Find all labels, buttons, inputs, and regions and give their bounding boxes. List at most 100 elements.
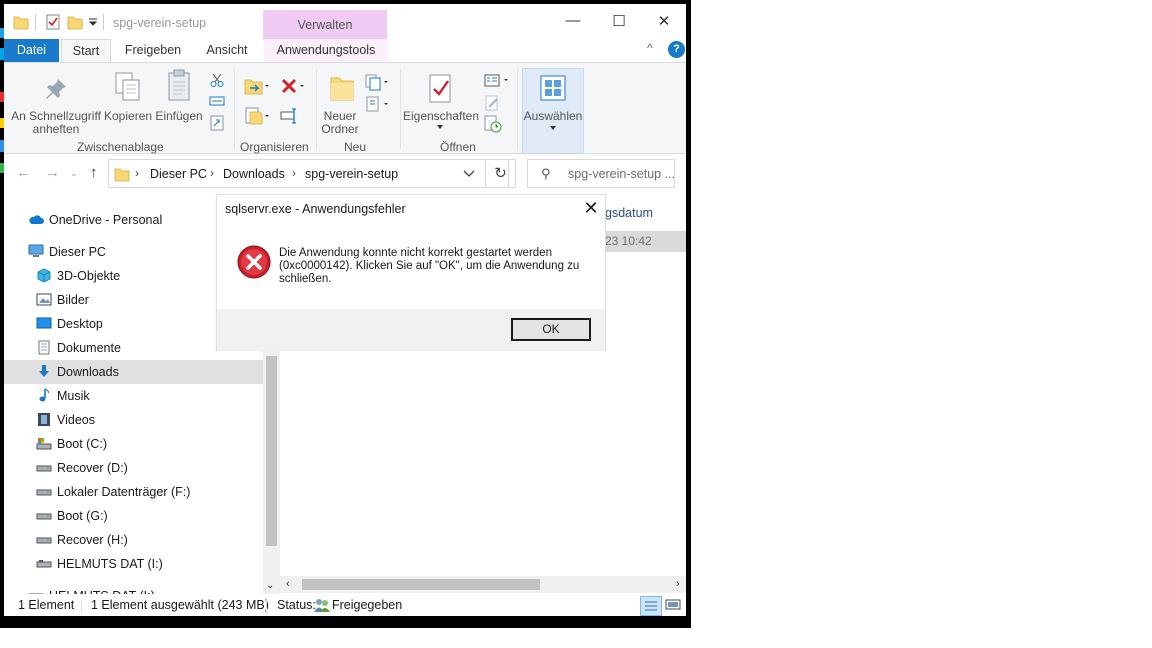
rename-icon[interactable]: [280, 107, 300, 125]
nav-item-helmuts-dat-i[interactable]: HELMUTS DAT (I:): [4, 552, 263, 576]
address-dropdown-icon[interactable]: [463, 170, 475, 178]
nav-item-recover-d[interactable]: Recover (D:): [4, 456, 263, 480]
download-icon: [39, 365, 49, 377]
horizontal-scrollbar-thumb[interactable]: [302, 579, 540, 590]
nav-label: HELMUTS DAT (I:): [57, 557, 163, 571]
breadcrumb-downloads[interactable]: Downloads: [223, 167, 285, 181]
copy-to-icon[interactable]: [244, 107, 270, 127]
nav-item-videos[interactable]: Videos: [4, 408, 263, 432]
tab-freigeben[interactable]: Freigeben: [119, 39, 187, 63]
maximize-button[interactable]: ☐: [604, 12, 634, 32]
delete-icon[interactable]: [280, 77, 306, 97]
nav-item-recover-h[interactable]: Recover (H:): [4, 528, 263, 552]
nav-label: Lokaler Datenträger (F:): [57, 485, 191, 499]
address-bar-row: ← → ⌄ ↑ › Dieser PC › Downloads › spg-ve…: [4, 154, 686, 194]
paste-button[interactable]: Einfügen: [154, 110, 204, 123]
nav-item-downloads[interactable]: Downloads: [4, 360, 263, 384]
nav-label: OneDrive - Personal: [49, 213, 163, 227]
tab-start[interactable]: Start: [61, 39, 111, 63]
drive-icon: [36, 489, 52, 496]
back-arrow-icon[interactable]: ←: [16, 164, 31, 181]
history-icon[interactable]: [484, 115, 502, 133]
paste-icon: [168, 69, 190, 101]
nav-label: Videos: [57, 413, 95, 427]
collapse-ribbon-icon[interactable]: ^: [647, 41, 653, 55]
scroll-right-icon[interactable]: ›: [676, 578, 680, 590]
nav-item-lokaler-datentraeger-f[interactable]: Lokaler Datenträger (F:): [4, 480, 263, 504]
horizontal-scrollbar[interactable]: ‹ ›: [280, 576, 686, 593]
edit-icon[interactable]: [485, 95, 501, 111]
move-to-icon[interactable]: [244, 77, 270, 97]
close-button[interactable]: ✕: [649, 12, 679, 32]
properties-dropdown-icon[interactable]: [437, 125, 445, 131]
cloud-icon: [29, 215, 44, 224]
nav-label: Musik: [57, 389, 90, 403]
nav-label: 3D-Objekte: [57, 269, 121, 283]
properties-button[interactable]: Eigenschaften: [402, 110, 480, 123]
nav-label: Boot (C:): [57, 437, 108, 451]
search-input[interactable]: ⚲ spg-verein-setup ...: [527, 159, 675, 188]
large-icons-view-button[interactable]: [663, 596, 685, 616]
nav-label: Recover (H:): [57, 533, 128, 547]
minimize-button[interactable]: —: [558, 12, 588, 32]
copy-button[interactable]: Kopieren: [104, 110, 152, 123]
breadcrumb-current[interactable]: spg-verein-setup: [305, 167, 398, 181]
document-icon: [38, 340, 50, 355]
breadcrumb-dieser-pc[interactable]: Dieser PC: [150, 167, 207, 181]
folder-icon: [114, 168, 130, 182]
qat-dropdown-icon[interactable]: [88, 17, 98, 27]
forward-arrow-icon[interactable]: →: [45, 164, 60, 181]
system-drive-icon: [36, 438, 52, 450]
cut-icon[interactable]: [210, 73, 224, 87]
music-icon: [39, 388, 50, 402]
computer-icon: [28, 244, 44, 257]
help-icon[interactable]: ?: [668, 41, 685, 58]
ok-button[interactable]: OK: [511, 318, 591, 341]
nav-scrollbar-thumb[interactable]: [266, 356, 277, 546]
select-icon: [540, 75, 566, 101]
address-field[interactable]: › Dieser PC › Downloads › spg-verein-set…: [108, 159, 509, 188]
nav-label: Recover (D:): [57, 461, 128, 475]
nav-item-musik[interactable]: Musik: [4, 384, 263, 408]
select-button[interactable]: Auswählen: [522, 68, 584, 154]
scroll-left-icon[interactable]: ‹: [286, 578, 290, 590]
group-new-label: Neu: [344, 140, 367, 154]
properties-icon: [429, 74, 451, 103]
nav-item-boot-c[interactable]: Boot (C:): [4, 432, 263, 456]
copy-icon: [115, 72, 140, 101]
details-view-button[interactable]: [640, 596, 662, 616]
up-arrow-icon[interactable]: ↑: [90, 164, 98, 181]
scroll-down-icon[interactable]: ⌄: [266, 580, 274, 591]
tab-ansicht[interactable]: Ansicht: [200, 39, 254, 63]
properties-qat-icon[interactable]: [46, 14, 60, 30]
search-icon: ⚲: [541, 166, 551, 181]
ribbon: An Schnellzugriff anheften Kopieren Einf…: [4, 62, 686, 154]
group-organize-label: Organisieren: [240, 140, 309, 154]
row-date-value: 23 10:42: [605, 234, 652, 248]
easy-access-icon[interactable]: [364, 95, 390, 113]
nav-label: Boot (G:): [57, 509, 108, 523]
column-header-date[interactable]: gsdatum: [605, 206, 653, 220]
ribbon-separator: [234, 69, 235, 149]
paste-shortcut-icon[interactable]: [210, 115, 224, 131]
nav-item-boot-g[interactable]: Boot (G:): [4, 504, 263, 528]
tab-anwendungstools[interactable]: Anwendungstools: [264, 39, 388, 63]
large-icons-view-icon: [665, 599, 681, 610]
new-item-icon[interactable]: [364, 73, 390, 91]
new-folder-label-line2: Ordner: [321, 122, 359, 136]
refresh-button[interactable]: ↻: [485, 159, 516, 188]
title-bar: spg-verein-setup Verwalten — ☐ ✕: [4, 4, 686, 40]
copy-path-icon[interactable]: [209, 95, 225, 107]
search-placeholder: spg-verein-setup ...: [568, 167, 675, 181]
new-folder-qat-icon[interactable]: [67, 14, 83, 30]
open-icon[interactable]: [483, 73, 511, 89]
nav-label: Dokumente: [57, 341, 121, 355]
cube-icon: [37, 268, 51, 283]
nav-label: Bilder: [57, 293, 89, 307]
dialog-close-button[interactable]: ✕: [579, 196, 603, 220]
tab-datei[interactable]: Datei: [4, 39, 59, 63]
recent-dropdown-icon[interactable]: ⌄: [70, 168, 78, 179]
pin-to-quick-access-button[interactable]: An Schnellzugriff anheften: [10, 110, 102, 136]
breadcrumb-separator: ›: [135, 166, 139, 180]
new-folder-button[interactable]: Neuer Ordner: [316, 110, 364, 136]
